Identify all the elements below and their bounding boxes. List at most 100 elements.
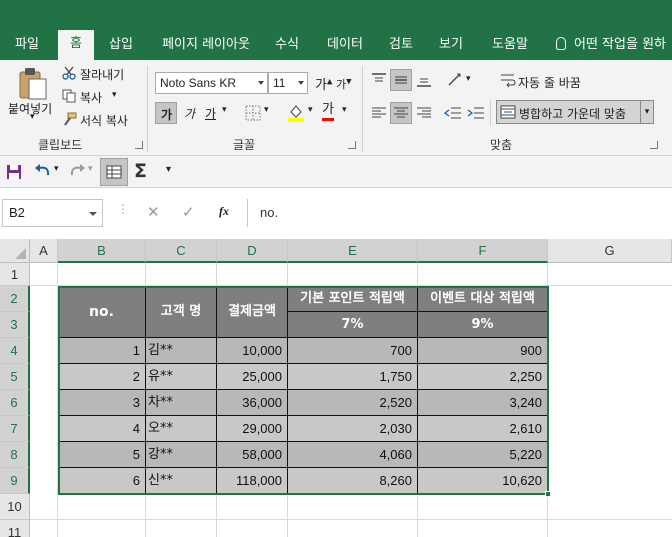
align-bottom-icon[interactable] bbox=[416, 72, 432, 88]
align-center-button[interactable] bbox=[390, 102, 412, 124]
cell-no[interactable]: 4 bbox=[58, 416, 146, 442]
font-color-dropdown-icon[interactable]: ▾ bbox=[342, 105, 347, 115]
chevron-down-icon[interactable] bbox=[89, 212, 97, 216]
align-top-icon[interactable] bbox=[371, 72, 387, 88]
cell-amount[interactable]: 58,000 bbox=[217, 442, 288, 468]
cell-basic[interactable]: 8,260 bbox=[288, 468, 418, 494]
border-dropdown-icon[interactable]: ▾ bbox=[264, 105, 269, 115]
orientation-dropdown-icon[interactable]: ▾ bbox=[466, 74, 471, 84]
column-header-a[interactable]: A bbox=[30, 239, 58, 263]
font-name-combo[interactable]: Noto Sans KR bbox=[155, 72, 268, 94]
tab-insert[interactable]: 삽입 bbox=[102, 31, 140, 60]
grow-font-button[interactable]: 가▲ bbox=[315, 74, 332, 93]
header-cell-amount[interactable]: 결제금액 bbox=[217, 286, 288, 338]
chevron-down-icon[interactable] bbox=[295, 73, 307, 93]
save-icon[interactable] bbox=[6, 164, 22, 180]
underline-button[interactable]: 가 bbox=[205, 105, 216, 122]
column-header-c[interactable]: C bbox=[146, 239, 217, 263]
wrap-text-button[interactable]: 자동 줄 바꿈 bbox=[518, 74, 581, 91]
cell-name[interactable]: 유** bbox=[146, 364, 217, 390]
cell-event[interactable]: 10,620 bbox=[418, 468, 548, 494]
merge-center-button[interactable]: 병합하고 가운데 맞춤 ▾ bbox=[496, 100, 654, 124]
insert-function-icon[interactable]: fx bbox=[219, 204, 229, 219]
cell-event[interactable]: 2,610 bbox=[418, 416, 548, 442]
cell-amount[interactable]: 29,000 bbox=[217, 416, 288, 442]
cell-no[interactable]: 5 bbox=[58, 442, 146, 468]
tab-home[interactable]: 홈 bbox=[58, 30, 94, 60]
row-header-2[interactable]: 2 bbox=[0, 286, 30, 312]
column-header-d[interactable]: D bbox=[217, 239, 288, 263]
alignment-launcher-icon[interactable] bbox=[650, 141, 658, 149]
increase-indent-icon[interactable] bbox=[467, 105, 485, 121]
cell-basic[interactable]: 1,750 bbox=[288, 364, 418, 390]
tab-view[interactable]: 보기 bbox=[432, 31, 470, 60]
tab-review[interactable]: 검토 bbox=[382, 31, 420, 60]
cell-basic[interactable]: 700 bbox=[288, 338, 418, 364]
copy-dropdown-icon[interactable]: ▾ bbox=[112, 90, 117, 100]
cell-no[interactable]: 2 bbox=[58, 364, 146, 390]
row-header-5[interactable]: 5 bbox=[0, 364, 30, 390]
row-header-9[interactable]: 9 bbox=[0, 468, 30, 494]
tab-formulas[interactable]: 수식 bbox=[268, 31, 306, 60]
customize-qat-icon[interactable]: ▾ bbox=[166, 164, 171, 175]
table-format-button[interactable] bbox=[100, 158, 128, 186]
row-header-3[interactable]: 3 bbox=[0, 312, 30, 338]
clipboard-launcher-icon[interactable] bbox=[135, 141, 143, 149]
header-cell-event-rate[interactable]: 9% bbox=[418, 312, 548, 338]
font-launcher-icon[interactable] bbox=[348, 141, 356, 149]
font-size-combo[interactable]: 11 bbox=[268, 72, 308, 94]
cell-event[interactable]: 5,220 bbox=[418, 442, 548, 468]
undo-dropdown-icon[interactable]: ▾ bbox=[54, 164, 59, 174]
decrease-indent-icon[interactable] bbox=[444, 105, 462, 121]
name-box[interactable]: B2 bbox=[2, 199, 103, 227]
header-cell-event[interactable]: 이벤트 대상 적립액 bbox=[418, 286, 548, 312]
cell-amount[interactable]: 10,000 bbox=[217, 338, 288, 364]
formula-input[interactable]: no. bbox=[247, 199, 672, 227]
paste-dropdown-icon[interactable]: ▾ bbox=[30, 112, 35, 122]
row-header-1[interactable]: 1 bbox=[0, 263, 30, 286]
cell-basic[interactable]: 2,520 bbox=[288, 390, 418, 416]
cell-name[interactable]: 오** bbox=[146, 416, 217, 442]
italic-button[interactable]: 가 bbox=[184, 105, 195, 122]
row-header-10[interactable]: 10 bbox=[0, 494, 30, 520]
align-right-icon[interactable] bbox=[416, 105, 432, 121]
bold-button[interactable]: 가 bbox=[155, 102, 177, 124]
row-header-11[interactable]: 11 bbox=[0, 520, 30, 537]
autosum-icon[interactable]: Σ bbox=[134, 160, 147, 182]
tab-page-layout[interactable]: 페이지 레이아웃 bbox=[156, 31, 256, 60]
row-header-7[interactable]: 7 bbox=[0, 416, 30, 442]
cell-amount[interactable]: 118,000 bbox=[217, 468, 288, 494]
redo-icon[interactable] bbox=[68, 164, 86, 180]
tab-help[interactable]: 도움말 bbox=[484, 31, 536, 60]
align-middle-button[interactable] bbox=[390, 69, 412, 91]
cell-event[interactable]: 3,240 bbox=[418, 390, 548, 416]
select-all-button[interactable] bbox=[0, 239, 30, 263]
cell-basic[interactable]: 4,060 bbox=[288, 442, 418, 468]
border-icon[interactable] bbox=[245, 105, 261, 121]
cell-no[interactable]: 6 bbox=[58, 468, 146, 494]
paste-icon[interactable] bbox=[18, 66, 48, 100]
tab-data[interactable]: 데이터 bbox=[320, 31, 370, 60]
cell-basic[interactable]: 2,030 bbox=[288, 416, 418, 442]
cell-name[interactable]: 차** bbox=[146, 390, 217, 416]
confirm-entry-icon[interactable]: ✓ bbox=[182, 203, 195, 221]
cell-name[interactable]: 강** bbox=[146, 442, 217, 468]
fill-handle[interactable] bbox=[545, 491, 551, 497]
orientation-icon[interactable] bbox=[446, 71, 464, 89]
cell-amount[interactable]: 25,000 bbox=[217, 364, 288, 390]
cell-no[interactable]: 1 bbox=[58, 338, 146, 364]
format-painter-button[interactable]: 서식 복사 bbox=[80, 112, 128, 129]
tab-file[interactable]: 파일 bbox=[8, 31, 46, 60]
row-header-8[interactable]: 8 bbox=[0, 442, 30, 468]
align-left-icon[interactable] bbox=[371, 105, 387, 121]
column-header-e[interactable]: E bbox=[288, 239, 418, 263]
header-cell-no[interactable]: no. bbox=[58, 286, 146, 338]
underline-dropdown-icon[interactable]: ▾ bbox=[222, 105, 227, 115]
column-header-f[interactable]: F bbox=[418, 239, 548, 263]
column-header-b[interactable]: B bbox=[58, 239, 146, 263]
cut-button[interactable]: 잘라내기 bbox=[80, 66, 124, 83]
font-color-button[interactable]: 가 bbox=[322, 102, 334, 121]
cell-no[interactable]: 3 bbox=[58, 390, 146, 416]
cell-name[interactable]: 신** bbox=[146, 468, 217, 494]
row-header-4[interactable]: 4 bbox=[0, 338, 30, 364]
